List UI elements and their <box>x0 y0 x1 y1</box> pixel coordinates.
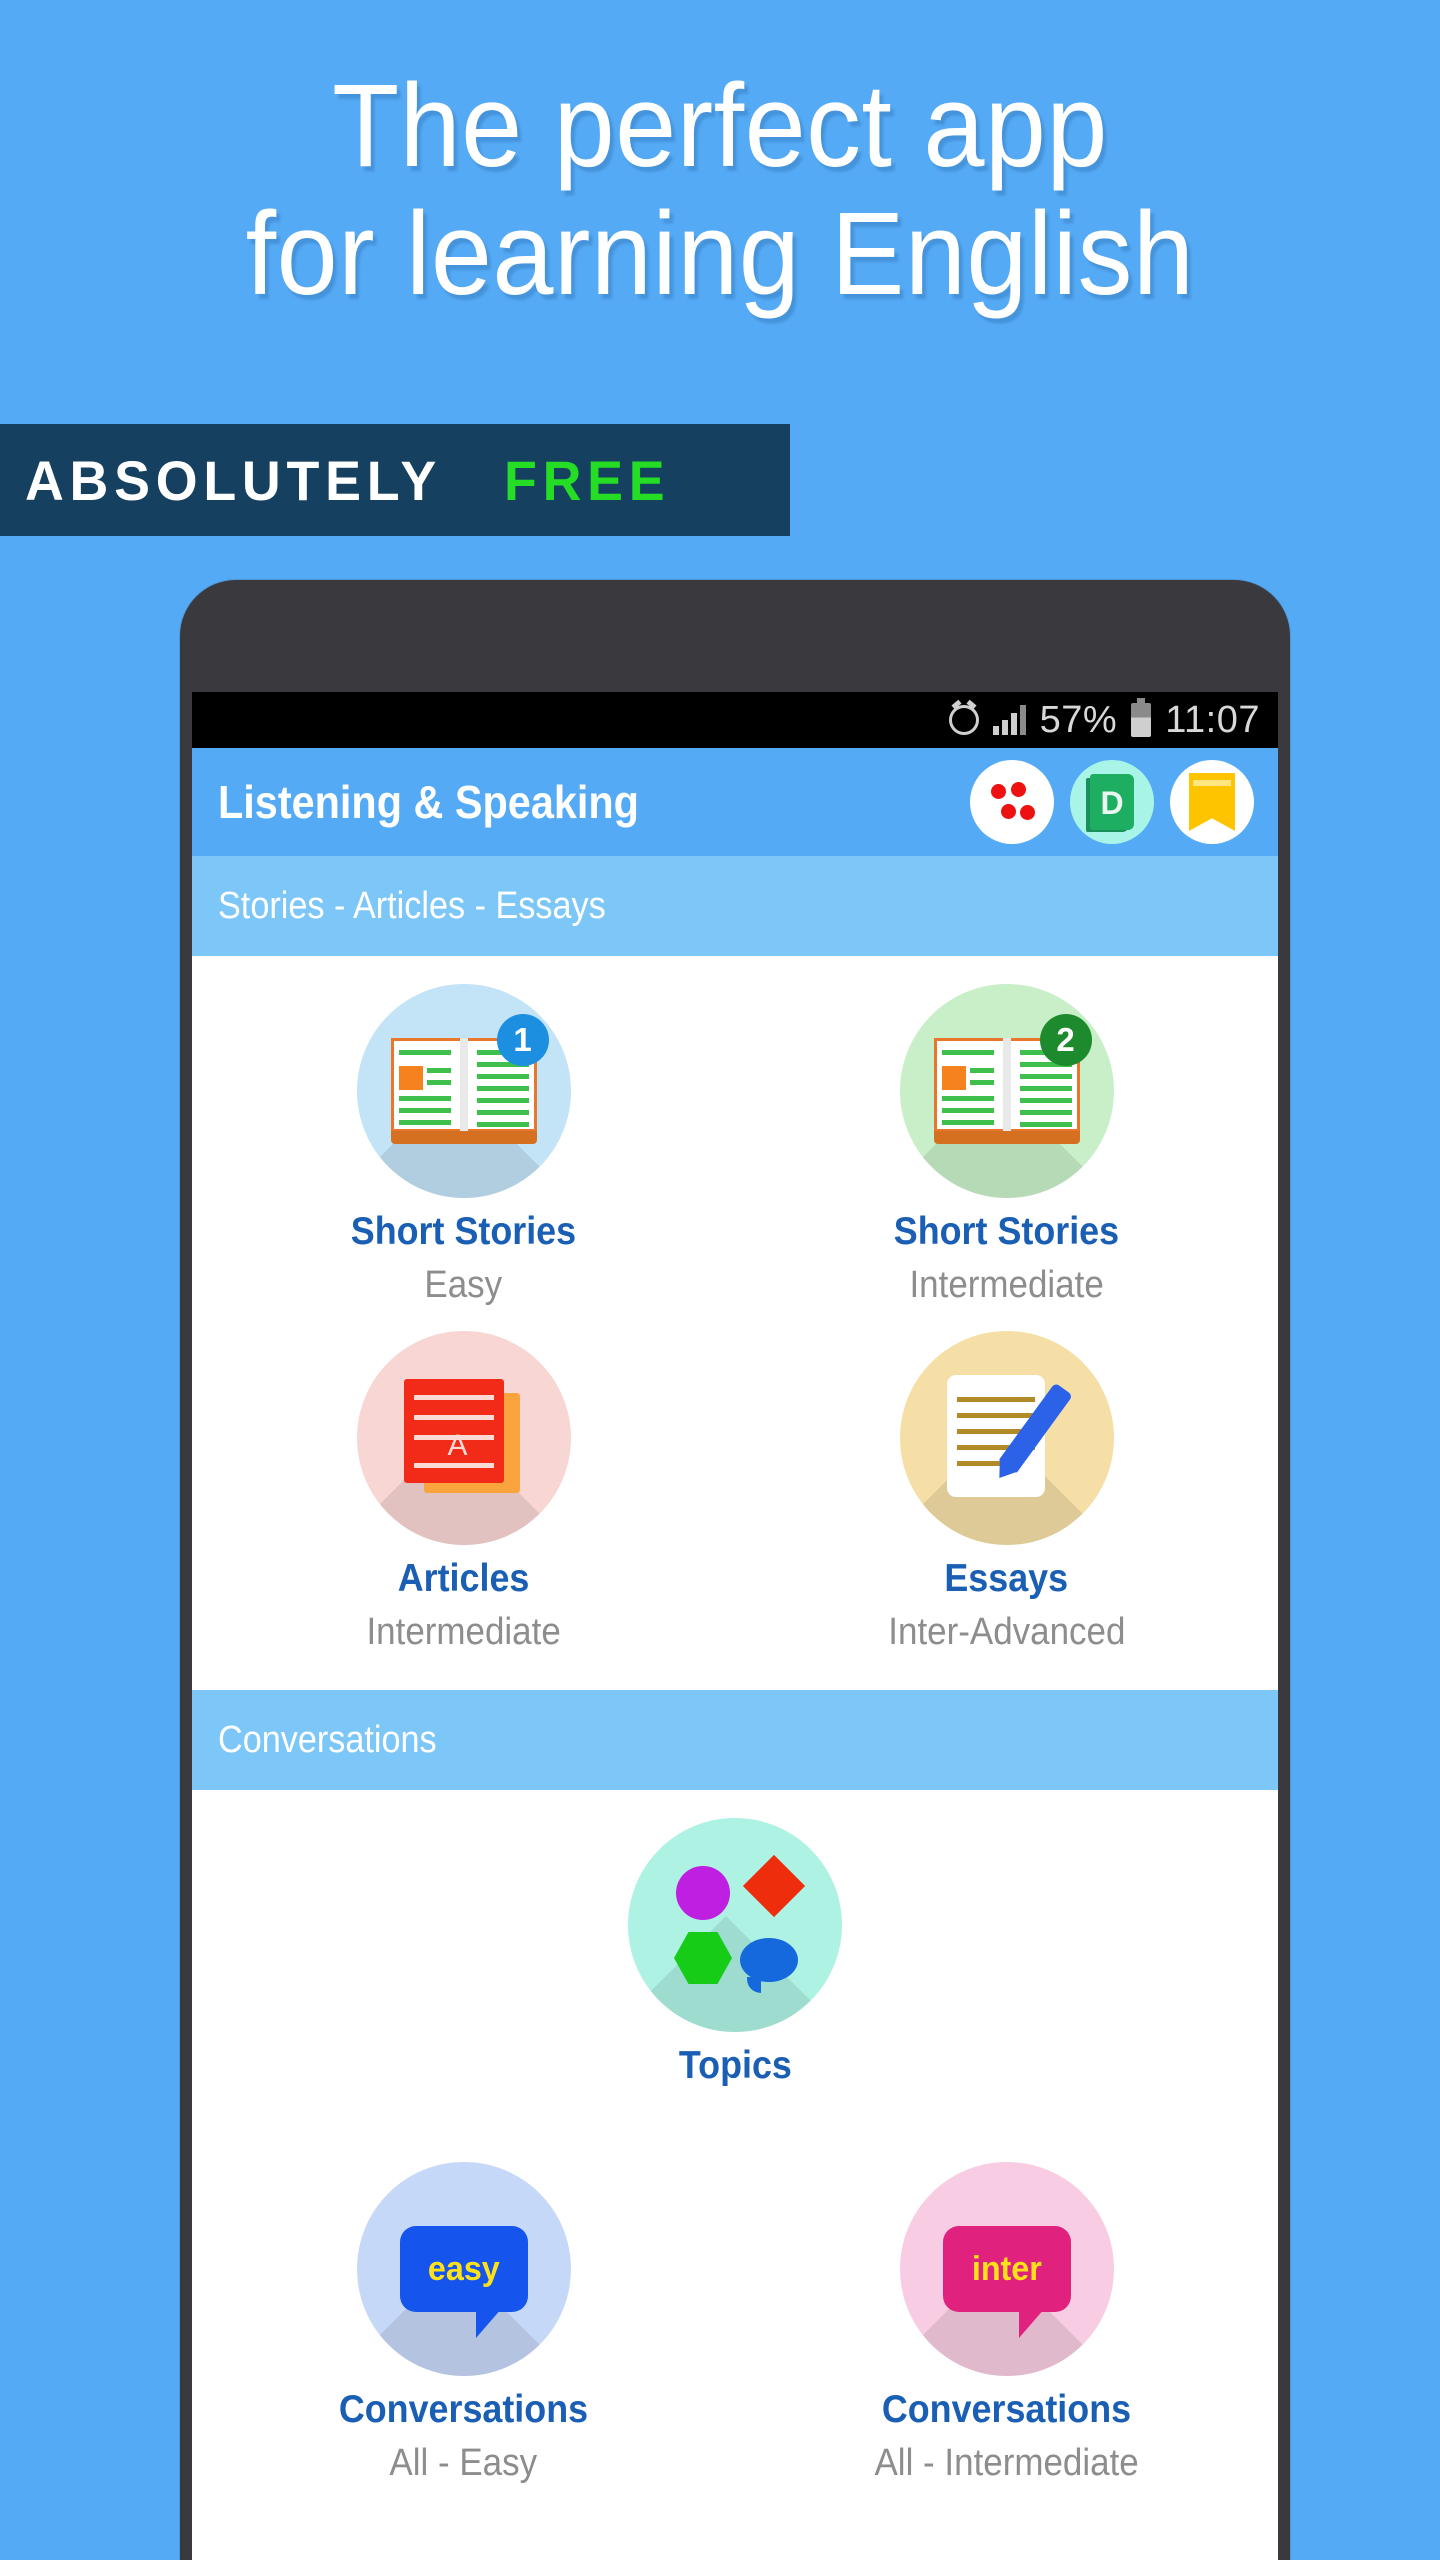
speech-bubble-easy-icon[interactable]: easy <box>356 2162 571 2376</box>
bookmark-glyph <box>1189 773 1235 831</box>
clock-label: 11:07 <box>1165 698 1260 741</box>
grid-item-title: Short Stories <box>350 1210 577 1253</box>
section-header-conversations: Conversations <box>192 1690 1278 1790</box>
section-header-conversations-label: Conversations <box>218 1718 437 1761</box>
section-header-stories-label: Stories - Articles - Essays <box>218 884 606 927</box>
conversations-grid-topics: Topics <box>192 1790 1278 2134</box>
banner-free-text: FREE <box>504 448 671 512</box>
open-book-icon[interactable]: 1 <box>356 984 571 1198</box>
topics-shapes-icon[interactable] <box>628 1818 842 2032</box>
alarm-clock-icon <box>948 705 979 735</box>
essay-pen-paper-glyph <box>946 1375 1073 1501</box>
phone-screen: 57% 11:07 Listening & Speaking D Stories… <box>192 692 1278 2560</box>
dictionary-book-glyph: D <box>1090 774 1134 830</box>
grid-item-short-stories-easy[interactable]: 1 Short Stories Easy <box>192 974 735 1321</box>
battery-percent-label: 57% <box>1039 698 1118 741</box>
count-badge: 1 <box>496 1014 549 1066</box>
grid-item-title: Articles <box>397 1557 530 1600</box>
grid-item-essays[interactable]: Essays Inter-Advanced <box>735 1321 1278 1668</box>
absolutely-free-banner: ABSOLUTELY FREE <box>0 424 790 536</box>
status-bar: 57% 11:07 <box>192 692 1278 748</box>
grid-item-articles[interactable]: A Articles Intermediate <box>192 1321 735 1668</box>
grid-item-conversations-easy[interactable]: easy Conversations All - Easy <box>192 2152 735 2499</box>
dictionary-book-icon[interactable]: D <box>1070 760 1154 844</box>
articles-document-icon[interactable]: A <box>356 1331 571 1545</box>
red-dots-icon[interactable] <box>970 760 1054 844</box>
app-bar-actions: D <box>970 760 1254 844</box>
grid-item-title: Short Stories <box>893 1210 1120 1253</box>
promo-screenshot: The perfect app for learning English ABS… <box>0 0 1440 2560</box>
conversations-grid-levels: easy Conversations All - Easy inter Conv… <box>192 2134 1278 2521</box>
app-bar: Listening & Speaking D <box>192 748 1278 856</box>
bookmark-icon[interactable] <box>1170 760 1254 844</box>
essay-pen-paper-icon[interactable] <box>899 1331 1114 1545</box>
count-badge: 2 <box>1039 1014 1092 1066</box>
open-book-icon[interactable]: 2 <box>899 984 1114 1198</box>
signal-bars-icon <box>992 705 1026 735</box>
speech-bubble-easy-glyph: easy <box>399 2226 528 2338</box>
grid-item-topics[interactable]: Topics <box>464 1808 1007 2112</box>
grid-item-subtitle: All - Easy <box>389 2442 538 2484</box>
section-header-stories: Stories - Articles - Essays <box>192 856 1278 956</box>
battery-icon <box>1131 698 1152 737</box>
grid-item-subtitle: Inter-Advanced <box>887 1611 1126 1653</box>
stories-grid: 1 Short Stories Easy 2 Short Stories Int… <box>192 956 1278 1690</box>
grid-item-subtitle: All - Intermediate <box>874 2442 1139 2484</box>
grid-item-title: Conversations <box>881 2388 1132 2431</box>
speech-bubble-inter-glyph: inter <box>942 2226 1071 2338</box>
grid-item-subtitle: Intermediate <box>909 1264 1104 1306</box>
grid-item-subtitle: Easy <box>424 1264 503 1306</box>
grid-item-conversations-intermediate[interactable]: inter Conversations All - Intermediate <box>735 2152 1278 2499</box>
grid-item-subtitle: Intermediate <box>366 1611 561 1653</box>
articles-document-glyph: A <box>403 1379 524 1497</box>
topics-shapes-glyph <box>672 1854 806 1993</box>
dictionary-letter: D <box>1100 785 1124 821</box>
phone-mockup-frame: 57% 11:07 Listening & Speaking D Stories… <box>180 580 1290 2560</box>
speech-bubble-inter-icon[interactable]: inter <box>899 2162 1114 2376</box>
red-dots-glyph <box>989 780 1035 824</box>
bubble-label: easy <box>427 2250 500 2288</box>
banner-prefix-text: ABSOLUTELY <box>24 448 443 512</box>
grid-item-title: Topics <box>678 2044 792 2087</box>
bubble-label: inter <box>971 2250 1042 2288</box>
grid-item-short-stories-intermediate[interactable]: 2 Short Stories Intermediate <box>735 974 1278 1321</box>
grid-item-title: Conversations <box>338 2388 589 2431</box>
app-title: Listening & Speaking <box>218 776 639 828</box>
grid-item-title: Essays <box>944 1557 1069 1600</box>
promo-headline: The perfect app for learning English <box>245 60 1195 320</box>
